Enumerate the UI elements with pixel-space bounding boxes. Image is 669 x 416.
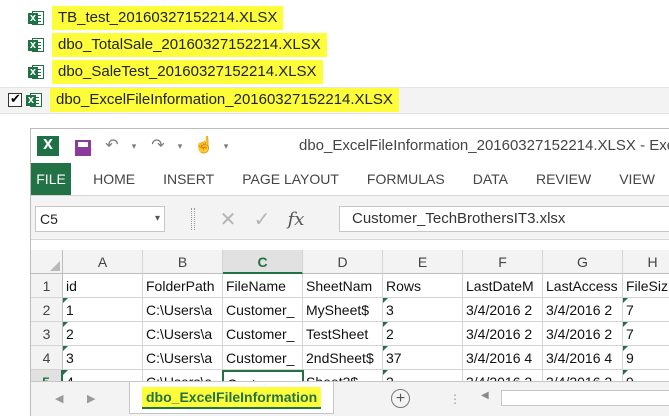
column-header-d[interactable]: D <box>303 250 383 274</box>
sheet-tab-active[interactable]: dbo_ExcelFileInformation <box>129 382 335 414</box>
column-header-b[interactable]: B <box>143 250 223 274</box>
resize-grip[interactable] <box>191 208 195 230</box>
insert-function-icon[interactable]: fx <box>279 209 313 230</box>
sheet-tab-label: dbo_ExcelFileInformation <box>142 386 322 409</box>
column-header-f[interactable]: F <box>463 250 543 274</box>
grid-cell[interactable]: 3/4/2016 4 <box>463 346 543 370</box>
tab-view[interactable]: VIEW <box>605 163 669 195</box>
tab-split-handle[interactable]: ⋮ <box>449 392 462 406</box>
row-header[interactable]: 2 <box>31 298 63 322</box>
name-box[interactable]: C5 ▾ <box>35 206 165 232</box>
horizontal-scrollbar[interactable] <box>501 390 669 406</box>
cancel-icon[interactable]: ✕ <box>211 207 245 232</box>
grid-cell[interactable]: SheetNam <box>303 274 383 298</box>
sheet-tab-bar: ◀ ▶ dbo_ExcelFileInformation + ⋮ ◀ <box>31 381 669 416</box>
undo-icon[interactable]: ↶ <box>101 135 123 157</box>
formula-bar: C5 ▾ ✕ ✓ fx Customer_TechBrothersIT3.xls… <box>31 196 669 240</box>
sheet-next-icon[interactable]: ▶ <box>87 392 95 405</box>
grid-cell[interactable]: 7 <box>623 322 669 346</box>
file-name[interactable]: dbo_ExcelFileInformation_20160327152214.… <box>50 88 399 112</box>
column-header-g[interactable]: G <box>543 250 623 274</box>
grid-cell[interactable]: 2 <box>63 322 143 346</box>
grid-cell[interactable]: LastDateM <box>463 274 543 298</box>
file-item[interactable]: X dbo_SaleTest_20160327152214.XLSX <box>0 60 323 84</box>
tab-formulas[interactable]: FORMULAS <box>353 163 459 195</box>
grid-cell[interactable]: 9 <box>623 346 669 370</box>
grid-cell[interactable]: 3/4/2016 4 <box>543 346 623 370</box>
redo-dropdown-icon[interactable]: ▾ <box>175 135 185 157</box>
name-box-value: C5 <box>40 211 58 227</box>
select-all-button[interactable] <box>31 250 63 274</box>
formula-input[interactable]: Customer_TechBrothersIT3.xlsx <box>339 206 669 232</box>
excel-file-icon: X <box>28 37 44 53</box>
quick-access-toolbar: X ↶ ▾ ↷ ▾ ☝ ▾ <box>37 135 239 157</box>
grid-cell[interactable]: 1 <box>63 298 143 322</box>
tab-insert[interactable]: INSERT <box>149 163 228 195</box>
grid-cell[interactable]: Customer_ <box>223 298 303 322</box>
row-header[interactable]: 1 <box>31 274 63 298</box>
tab-file[interactable]: FILE <box>31 163 72 195</box>
grid-cell[interactable]: TestSheet <box>303 322 383 346</box>
ribbon-tabs: FILE HOME INSERT PAGE LAYOUT FORMULAS DA… <box>31 163 669 196</box>
grid-cell[interactable]: 2 <box>383 322 463 346</box>
window-title: dbo_ExcelFileInformation_20160327152214.… <box>299 137 669 154</box>
tab-home[interactable]: HOME <box>79 163 149 195</box>
column-header-a[interactable]: A <box>63 250 143 274</box>
add-sheet-icon[interactable]: + <box>391 389 410 408</box>
excel-file-icon: X <box>28 10 44 26</box>
column-header-h[interactable]: H <box>623 250 669 274</box>
excel-app-icon[interactable]: X <box>37 136 59 156</box>
scroll-left-icon[interactable]: ◀ <box>481 390 493 406</box>
formula-buttons: ✕ ✓ fx <box>191 206 313 232</box>
tab-data[interactable]: DATA <box>459 163 522 195</box>
sheet-prev-icon[interactable]: ◀ <box>55 392 63 405</box>
file-item[interactable]: X dbo_TotalSale_20160327152214.XLSX <box>0 33 327 57</box>
grid-cell[interactable]: 3 <box>383 298 463 322</box>
grid-cell[interactable]: id <box>63 274 143 298</box>
redo-icon[interactable]: ↷ <box>147 135 169 157</box>
column-header-e[interactable]: E <box>383 250 463 274</box>
grid-cell[interactable]: 3/4/2016 2 <box>463 322 543 346</box>
file-name[interactable]: dbo_SaleTest_20160327152214.XLSX <box>52 60 323 84</box>
grid-cell[interactable]: Customer_ <box>223 346 303 370</box>
undo-dropdown-icon[interactable]: ▾ <box>129 135 139 157</box>
excel-file-icon: X <box>28 64 44 80</box>
grid-cell[interactable]: FileSiz <box>623 274 669 298</box>
enter-icon[interactable]: ✓ <box>245 207 279 232</box>
grid-cell[interactable]: C:\Users\a <box>143 322 223 346</box>
grid-cell[interactable]: 2ndSheet$ <box>303 346 383 370</box>
grid-cell[interactable]: FileName <box>223 274 303 298</box>
grid-cell[interactable]: 3/4/2016 2 <box>463 298 543 322</box>
file-item-selected[interactable]: X dbo_ExcelFileInformation_2016032715221… <box>0 88 399 112</box>
excel-window: X ↶ ▾ ↷ ▾ ☝ ▾ dbo_ExcelFileInformation_2… <box>30 128 669 416</box>
tab-page-layout[interactable]: PAGE LAYOUT <box>228 163 353 195</box>
file-item[interactable]: X TB_test_20160327152214.XLSX <box>0 6 284 30</box>
grid-cell[interactable]: MySheet$ <box>303 298 383 322</box>
touch-mode-icon[interactable]: ☝ <box>193 135 215 157</box>
customize-qa-icon[interactable]: ▾ <box>221 135 231 157</box>
grid-cell[interactable]: 3/4/2016 2 <box>543 298 623 322</box>
file-name[interactable]: TB_test_20160327152214.XLSX <box>52 6 284 30</box>
grid-cell[interactable]: 7 <box>623 298 669 322</box>
grid-cell[interactable]: Rows <box>383 274 463 298</box>
tab-review[interactable]: REVIEW <box>522 163 605 195</box>
grid-cell[interactable]: Customer_ <box>223 322 303 346</box>
row-header[interactable]: 4 <box>31 346 63 370</box>
row-header[interactable]: 3 <box>31 322 63 346</box>
grid-cell[interactable]: LastAccess <box>543 274 623 298</box>
grid-cell[interactable]: C:\Users\a <box>143 298 223 322</box>
grid-cell[interactable]: 37 <box>383 346 463 370</box>
file-checkbox[interactable] <box>8 91 22 107</box>
chevron-down-icon[interactable]: ▾ <box>155 207 160 231</box>
excel-file-icon: X <box>26 92 42 108</box>
grid-cell[interactable]: 3/4/2016 2 <box>543 322 623 346</box>
save-icon[interactable] <box>75 139 91 156</box>
title-bar: X ↶ ▾ ↷ ▾ ☝ ▾ dbo_ExcelFileInformation_2… <box>31 129 669 163</box>
grid-cell[interactable]: FolderPath <box>143 274 223 298</box>
column-header-c[interactable]: C <box>223 250 303 274</box>
file-name[interactable]: dbo_TotalSale_20160327152214.XLSX <box>52 33 327 57</box>
grid-cell[interactable]: C:\Users\a <box>143 346 223 370</box>
grid-cell[interactable]: 3 <box>63 346 143 370</box>
